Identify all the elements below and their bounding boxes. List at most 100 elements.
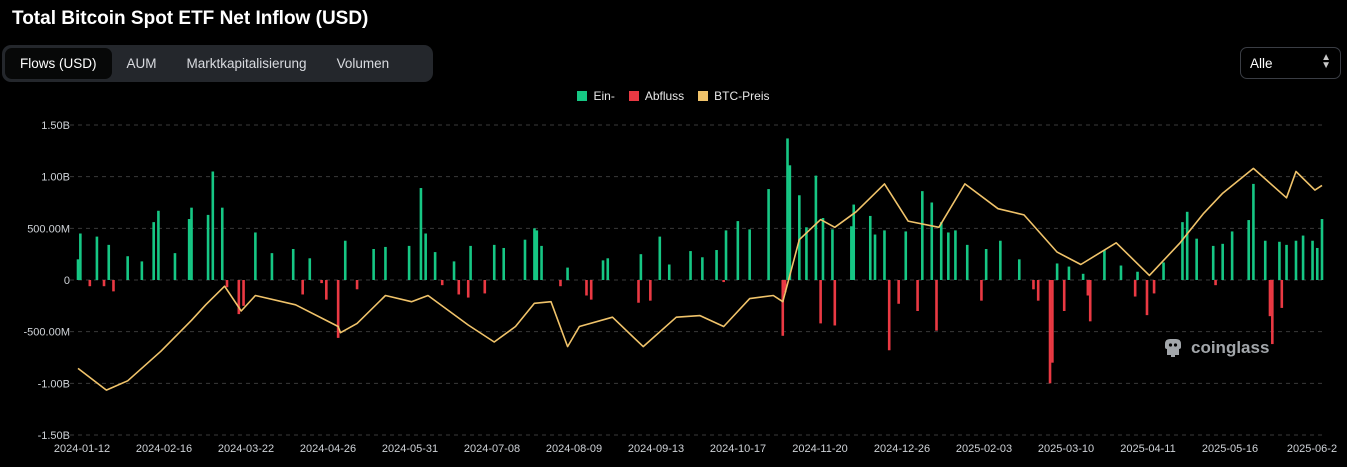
inflow-bar xyxy=(419,188,423,280)
outflow-bar xyxy=(887,280,891,351)
inflow-bar xyxy=(1181,222,1184,280)
inflow-bar xyxy=(748,229,751,280)
outflow-bar xyxy=(1048,280,1052,384)
inflow-bar xyxy=(308,258,312,280)
inflow-bar xyxy=(1301,235,1305,280)
inflow-bar xyxy=(1055,263,1059,280)
inflow-bar xyxy=(1230,231,1234,280)
inflow-bar xyxy=(939,222,943,280)
outflow-bar xyxy=(1133,280,1137,297)
inflow-bar xyxy=(606,258,610,280)
legend-item-outflow[interactable]: Abfluss xyxy=(628,89,684,103)
inflow-bar xyxy=(821,218,825,280)
outflow-bar xyxy=(1214,280,1217,286)
outflow-bar xyxy=(1280,280,1284,308)
x-tick-label: 2024-03-22 xyxy=(218,443,274,455)
inflow-bar xyxy=(291,249,295,280)
inflow-bar xyxy=(873,234,877,280)
x-tick-label: 2024-07-08 xyxy=(464,443,520,455)
outflow-bar xyxy=(783,280,787,293)
inflow-bar xyxy=(1221,243,1224,280)
inflow-bar xyxy=(736,221,740,280)
inflow-bar xyxy=(701,257,704,280)
y-tick-label: 1.00B xyxy=(41,172,70,184)
bar-layer xyxy=(76,138,1324,384)
inflow-bar xyxy=(1136,271,1139,280)
inflow-bar xyxy=(540,245,543,280)
inflow-bar xyxy=(1263,240,1267,280)
inflow-bar xyxy=(126,256,129,280)
x-tick-label: 2024-02-16 xyxy=(136,443,192,455)
inflow-bar xyxy=(724,230,728,280)
inflow-bar xyxy=(921,191,924,280)
time-range-select[interactable]: Alle ▲ ▼ xyxy=(1240,47,1341,79)
inflow-bar xyxy=(407,245,411,280)
btc-price-line xyxy=(77,167,1323,391)
outflow-bar xyxy=(237,280,241,315)
x-tick-label: 2024-09-13 xyxy=(628,443,684,455)
inflow-bar xyxy=(831,229,834,280)
inflow-bar xyxy=(1119,265,1123,280)
inflow-bar xyxy=(1294,240,1298,280)
tab-volume[interactable]: Volumen xyxy=(322,48,405,79)
inflow-bar xyxy=(140,261,144,280)
x-tick-label: 2024-05-31 xyxy=(382,443,438,455)
inflow-bar xyxy=(206,214,210,280)
inflow-bar xyxy=(1285,244,1288,280)
outflow-bar xyxy=(589,280,593,300)
inflow-bar xyxy=(930,202,934,280)
inflow-bar xyxy=(79,233,82,280)
x-tick-label: 2025-05-16 xyxy=(1202,443,1258,455)
page-title: Total Bitcoin Spot ETF Net Inflow (USD) xyxy=(12,8,369,29)
outflow-bar xyxy=(1036,280,1040,301)
inflow-bar xyxy=(384,246,387,280)
legend-item-btc-price[interactable]: BTC-Preis xyxy=(698,89,770,103)
tab-aum[interactable]: AUM xyxy=(112,48,172,79)
inflow-bar xyxy=(965,244,969,280)
y-tick-label: -1.50B xyxy=(38,430,70,442)
outflow-bar xyxy=(1086,280,1090,296)
inflow-bar xyxy=(1211,245,1215,280)
y-tick-label: 0 xyxy=(64,275,70,287)
up-down-chevron-icon: ▲ ▼ xyxy=(1321,52,1331,71)
outflow-bar xyxy=(916,280,919,311)
inflow-bar xyxy=(814,175,818,280)
y-tick-label: -500.00M xyxy=(24,327,70,339)
x-tick-label: 2025-06-2 xyxy=(1287,443,1337,455)
outflow-bar xyxy=(102,280,106,287)
inflow-bar xyxy=(1081,273,1085,280)
tab-flows-usd[interactable]: Flows (USD) xyxy=(5,48,112,79)
outflow-bar xyxy=(301,280,304,295)
inflow-bar xyxy=(1278,241,1281,280)
outflow-bar xyxy=(1152,280,1156,294)
inflow-bar xyxy=(1067,266,1071,280)
outflow-bar xyxy=(1062,280,1066,311)
inflow-bar xyxy=(1017,259,1021,280)
inflow-bar xyxy=(372,249,375,280)
coinglass-logo-icon xyxy=(1165,339,1181,357)
watermark-text: coinglass xyxy=(1191,338,1270,357)
chart-legend: Ein- Abfluss BTC-Preis xyxy=(0,89,1347,103)
inflow-bar xyxy=(433,252,437,280)
legend-label-inflow: Ein- xyxy=(593,89,615,103)
y-tick-label: 500.00M xyxy=(27,223,70,235)
inflow-bar xyxy=(667,264,671,280)
legend-item-inflow[interactable]: Ein- xyxy=(577,89,615,103)
inflow-bar xyxy=(492,244,496,280)
inflow-bar xyxy=(76,259,80,280)
inflow-bar xyxy=(798,195,801,280)
outflow-bar xyxy=(897,280,900,304)
legend-swatch-outflow xyxy=(628,91,639,101)
inflow-bar xyxy=(1320,219,1324,280)
outflow-bar xyxy=(325,280,328,300)
inflow-bar xyxy=(173,253,177,280)
inflow-bar xyxy=(533,228,536,280)
x-tick-label: 2025-03-10 xyxy=(1038,443,1094,455)
outflow-bar xyxy=(457,280,461,295)
outflow-bar xyxy=(833,280,837,326)
outflow-bar xyxy=(225,280,229,288)
inflow-bar xyxy=(1162,262,1165,280)
inflow-bar xyxy=(190,207,193,280)
tab-market-cap[interactable]: Marktkapitalisierung xyxy=(172,48,322,79)
outflow-bar xyxy=(649,280,652,301)
